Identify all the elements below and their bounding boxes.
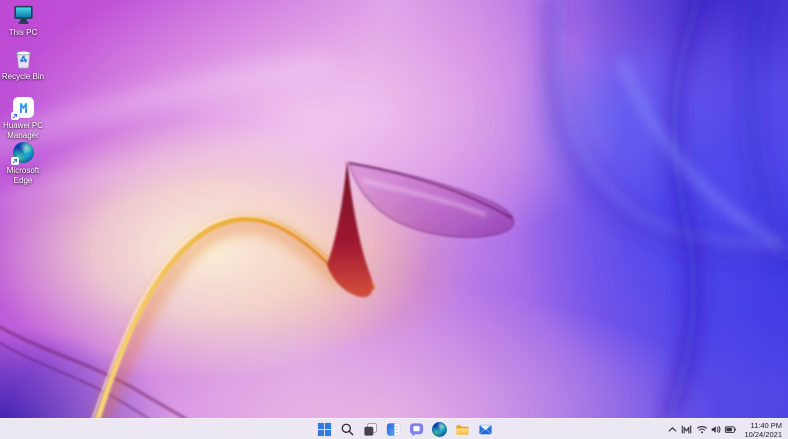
search-button[interactable] bbox=[336, 419, 359, 439]
windows-11-desktop: This PC Recycle Bin bbox=[0, 0, 788, 439]
chevron-up-icon bbox=[667, 424, 678, 435]
this-pc-icon bbox=[12, 3, 35, 26]
pc-manager-tray-icon[interactable] bbox=[680, 420, 693, 439]
task-view-icon bbox=[363, 422, 378, 437]
desktop-icon-pc-manager[interactable]: Huawei PC Manager bbox=[0, 96, 46, 140]
clock-time: 11:40 PM bbox=[750, 421, 782, 430]
mail-button[interactable] bbox=[474, 419, 497, 439]
desktop-icon-microsoft-edge[interactable]: Microsoft Edge bbox=[0, 141, 46, 185]
wallpaper-swirl-art bbox=[0, 0, 788, 418]
desktop-icon-label: This PC bbox=[0, 28, 46, 38]
edge-icon bbox=[432, 422, 447, 437]
taskbar-app-buttons bbox=[313, 419, 497, 439]
desktop-icon-label: Huawei PC Manager bbox=[0, 121, 46, 140]
pc-manager-m-icon bbox=[681, 424, 692, 435]
taskbar: 11:40 PM 10/24/2021 bbox=[0, 418, 788, 439]
quick-settings-button[interactable] bbox=[694, 424, 739, 435]
recycle-bin-icon bbox=[12, 47, 35, 70]
widgets-button[interactable] bbox=[382, 419, 405, 439]
windows-logo-icon bbox=[317, 422, 332, 437]
desktop-wallpaper bbox=[0, 0, 788, 418]
file-explorer-button[interactable] bbox=[451, 419, 474, 439]
chat-icon bbox=[409, 422, 424, 437]
battery-icon bbox=[724, 424, 737, 435]
widgets-icon bbox=[386, 422, 401, 437]
chat-button[interactable] bbox=[405, 419, 428, 439]
desktop-icon-this-pc[interactable]: This PC bbox=[0, 3, 46, 38]
mail-icon bbox=[478, 422, 493, 437]
system-tray: 11:40 PM 10/24/2021 bbox=[666, 419, 785, 439]
clock-date: 10/24/2021 bbox=[744, 430, 782, 439]
shortcut-arrow-icon bbox=[11, 157, 19, 165]
folder-icon bbox=[455, 422, 470, 437]
start-button[interactable] bbox=[313, 419, 336, 439]
search-icon bbox=[340, 422, 355, 437]
desktop-icon-label: Recycle Bin bbox=[0, 72, 46, 82]
desktop-icon-label: Microsoft Edge bbox=[0, 166, 46, 185]
shortcut-arrow-icon bbox=[11, 112, 19, 120]
taskbar-clock[interactable]: 11:40 PM 10/24/2021 bbox=[740, 420, 785, 439]
pc-manager-icon bbox=[12, 96, 35, 119]
wifi-icon bbox=[696, 424, 708, 435]
edge-button[interactable] bbox=[428, 419, 451, 439]
volume-icon bbox=[710, 424, 722, 435]
edge-icon bbox=[12, 141, 35, 164]
desktop-icon-recycle-bin[interactable]: Recycle Bin bbox=[0, 47, 46, 82]
task-view-button[interactable] bbox=[359, 419, 382, 439]
show-hidden-icons-button[interactable] bbox=[666, 420, 679, 439]
